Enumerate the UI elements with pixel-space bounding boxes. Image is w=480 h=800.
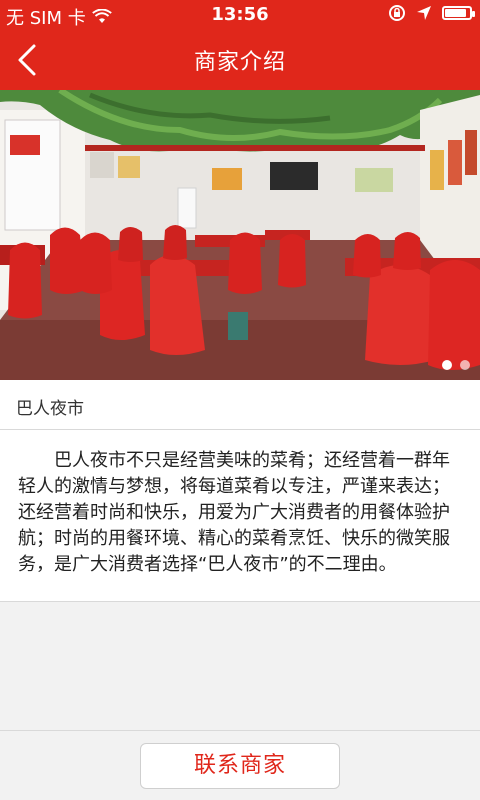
navigation-bar: 商家介绍 xyxy=(0,30,480,90)
merchant-name: 巴人夜市 xyxy=(16,399,84,419)
location-icon xyxy=(417,6,431,20)
battery-level xyxy=(445,9,467,17)
orientation-lock-icon xyxy=(389,5,405,21)
page-title: 商家介绍 xyxy=(193,50,286,75)
restaurant-interior-photo xyxy=(0,90,480,380)
status-bar: 无 SIM 卡 13:56 xyxy=(0,0,480,30)
merchant-description: 巴人夜市不只是经营美味的菜肴；还经营着一群年轻人的激情与梦想，将每道菜肴以专注，… xyxy=(18,450,450,575)
battery-icon xyxy=(442,6,475,20)
merchant-description-panel: 巴人夜市不只是经营美味的菜肴；还经营着一群年轻人的激情与梦想，将每道菜肴以专注，… xyxy=(0,430,480,602)
bottom-bar: 联系商家 xyxy=(0,730,480,800)
carousel-dot-active[interactable] xyxy=(442,360,452,370)
merchant-name-row: 巴人夜市 xyxy=(0,380,480,430)
merchant-photo-carousel[interactable] xyxy=(0,90,480,380)
contact-merchant-button[interactable]: 联系商家 xyxy=(140,743,340,789)
carousel-indicator xyxy=(442,360,470,370)
status-right xyxy=(388,4,475,22)
carousel-dot[interactable] xyxy=(460,360,470,370)
